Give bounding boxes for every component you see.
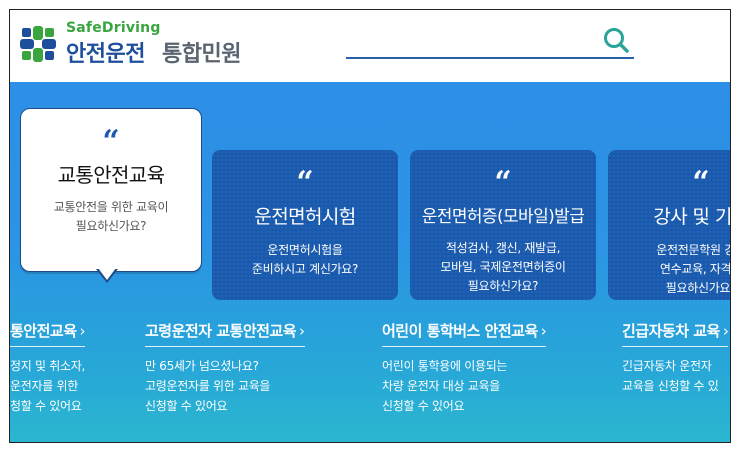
- link-title-senior-driver[interactable]: 고령운전자 교통안전교육 ›: [145, 320, 305, 347]
- card-title: 운전면허시험: [254, 206, 356, 228]
- logo-subtitle[interactable]: 통합민원: [162, 36, 241, 68]
- service-hero: “ 교통안전교육 교통안전을 위한 교육이 필요하신가요? “ 운전면허시험 운…: [10, 82, 730, 442]
- chevron-right-icon: ›: [722, 322, 729, 340]
- logo-korean[interactable]: 안전운전: [66, 36, 145, 68]
- link-traffic-safety: 통안전교육 › 정지 및 취소자, 운전자를 위한 청할 수 있어요: [10, 320, 85, 416]
- quote-icon: “: [296, 165, 314, 200]
- link-school-bus: 어린이 통학버스 안전교육 › 어린이 통학용에 이용되는 차량 운전자 대상 교…: [382, 320, 547, 416]
- link-description: 만 65세가 넘으셨나요? 고령운전자를 위한 교육을 신청할 수 있어요: [145, 359, 271, 413]
- logo-cross-icon[interactable]: [18, 24, 58, 64]
- quote-icon: “: [692, 165, 710, 200]
- card-description: 운전전문학원 강사 연수교육, 자격증 필요하신가요?: [656, 243, 730, 295]
- quote-icon: “: [102, 124, 120, 159]
- card-title: 운전면허증(모바일)발급: [421, 207, 585, 227]
- chevron-right-icon: ›: [79, 322, 86, 340]
- link-emergency-vehicle: 긴급자동차 교육 › 긴급자동차 운전자 교육을 신청할 수 있: [622, 320, 729, 396]
- link-description: 어린이 통학용에 이용되는 차량 운전자 대상 교육을 신청할 수 있어요: [382, 359, 508, 413]
- logo-english[interactable]: SafeDriving: [66, 20, 161, 36]
- chevron-right-icon: ›: [299, 322, 305, 340]
- card-pointer-inner: [98, 268, 116, 280]
- quote-icon: “: [494, 165, 512, 200]
- card-license-issue[interactable]: “ 운전면허증(모바일)발급 적성검사, 갱신, 재발급, 모바일, 국제운전면…: [410, 150, 596, 300]
- link-title-emergency-vehicle[interactable]: 긴급자동차 교육 ›: [622, 320, 729, 347]
- card-license-exam[interactable]: “ 운전면허시험 운전면허시험을 준비하시고 계신가요?: [212, 150, 398, 300]
- link-senior-driver: 고령운전자 교통안전교육 › 만 65세가 넘으셨나요? 고령운전자를 위한 교육…: [145, 320, 305, 416]
- browser-frame: SafeDriving 안전운전 통합민원 “ 교통안전교육 교통안전을 위한 …: [9, 9, 731, 443]
- card-title: 교통안전교육: [57, 163, 165, 187]
- chevron-right-icon: ›: [540, 322, 547, 340]
- link-title-school-bus[interactable]: 어린이 통학버스 안전교육 ›: [382, 320, 547, 347]
- card-instructor[interactable]: “ 강사 및 기능 운전전문학원 강사 연수교육, 자격증 필요하신가요?: [608, 150, 730, 300]
- search-icon[interactable]: [602, 26, 630, 54]
- card-traffic-safety-education[interactable]: “ 교통안전교육 교통안전을 위한 교육이 필요하신가요?: [20, 108, 202, 272]
- card-description: 적성검사, 갱신, 재발급, 모바일, 국제운전면허증이 필요하신가요?: [440, 241, 566, 293]
- link-description: 정지 및 취소자, 운전자를 위한 청할 수 있어요: [10, 359, 85, 413]
- card-title: 강사 및 기능: [653, 206, 730, 228]
- site-header: SafeDriving 안전운전 통합민원: [10, 10, 730, 82]
- card-description: 운전면허시험을 준비하시고 계신가요?: [251, 243, 359, 276]
- link-description: 긴급자동차 운전자 교육을 신청할 수 있: [622, 359, 719, 393]
- search-input[interactable]: [346, 57, 634, 59]
- card-description: 교통안전을 위한 교육이 필요하신가요?: [53, 200, 169, 233]
- link-title-traffic-safety[interactable]: 통안전교육 ›: [10, 320, 85, 347]
